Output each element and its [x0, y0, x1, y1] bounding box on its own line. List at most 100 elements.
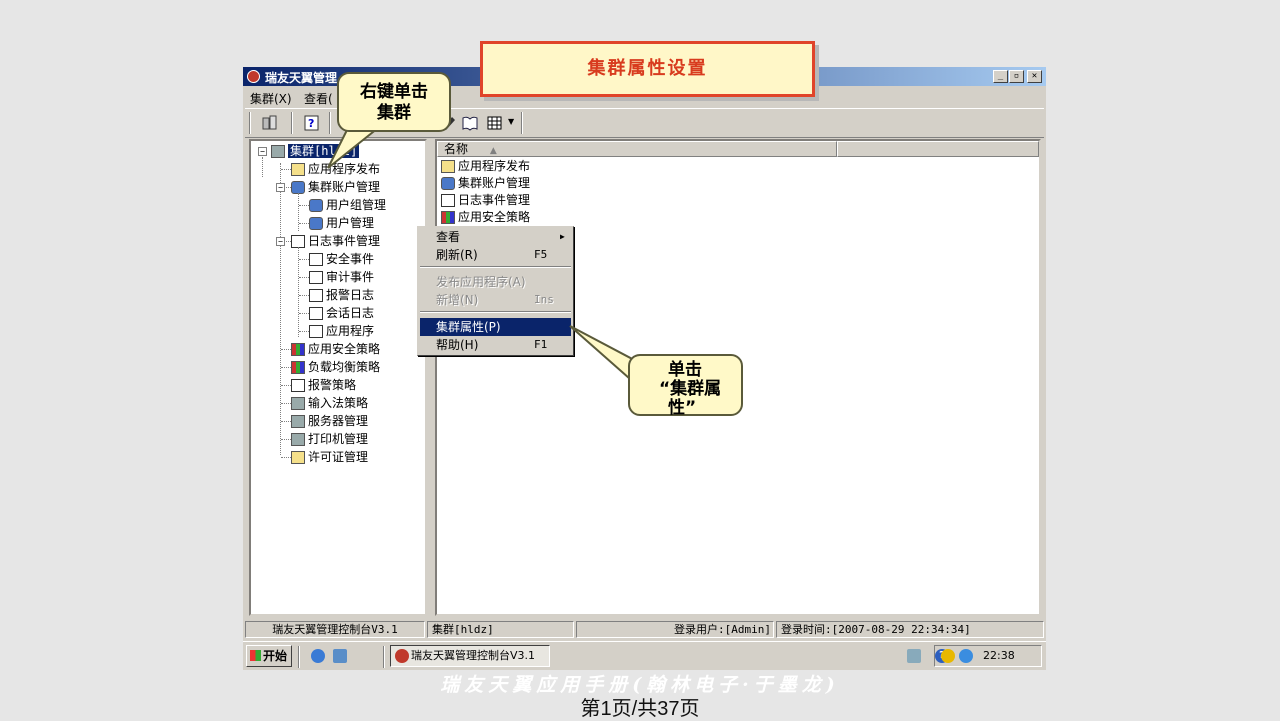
callout-line-3: 性”	[668, 398, 697, 418]
start-button[interactable]: 开始	[246, 645, 292, 667]
printer-icon	[291, 433, 305, 446]
callout-line-2: “集群属	[659, 379, 722, 399]
tree-item-label: 服务器管理	[308, 414, 369, 428]
policy-icon	[441, 211, 455, 224]
tree-item[interactable]: 安全事件	[309, 251, 374, 267]
user-icon	[309, 217, 323, 230]
log-icon	[309, 253, 323, 266]
taskbar-separator	[383, 646, 385, 668]
context-menu-item[interactable]: 帮助(H) F1	[420, 336, 571, 354]
callout-right-click: 右键单击 集群	[337, 72, 451, 132]
svg-text:?: ?	[308, 117, 314, 130]
close-button[interactable]: ✕	[1027, 70, 1042, 83]
log-icon	[309, 325, 323, 338]
system-tray: 22:38	[934, 645, 1042, 667]
context-menu-item[interactable]: 发布应用程序(A)	[420, 273, 571, 291]
tree-item-label: 打印机管理	[308, 432, 369, 446]
cluster-tool-icon[interactable]	[261, 114, 279, 132]
ie-icon[interactable]	[311, 649, 325, 663]
tree-item-label: 负载均衡策略	[308, 360, 381, 374]
tree-pane[interactable]: − 集群[hldz] 应用程序发布 − 集群账户管理 用户组管理 用户管理 − 日志事件管理…	[249, 139, 427, 616]
properties-tool-icon[interactable]: ?	[303, 114, 321, 132]
tree-item[interactable]: 日志事件管理	[291, 233, 380, 249]
tree-item-label: 用户组管理	[326, 198, 387, 212]
tree-item[interactable]: 应用程序	[309, 323, 374, 339]
restore-button[interactable]: ▫	[1009, 70, 1024, 83]
tree-item[interactable]: 用户管理	[309, 215, 374, 231]
tree-item-label: 报警日志	[326, 288, 375, 302]
taskbar-app-button[interactable]: 瑞友天翼管理控制台V3.1	[390, 645, 550, 667]
status-bar: 瑞友天翼管理控制台V3.1 集群[hldz] 登录用户:[Admin] 登录时间…	[243, 620, 1046, 640]
pane-splitter[interactable]	[427, 139, 435, 616]
shield-icon[interactable]	[941, 649, 955, 663]
context-menu-item[interactable]: 查看 ▶	[420, 228, 571, 246]
slide-banner: 集群属性设置	[480, 41, 815, 97]
page-indicator: 第1页/共37页	[580, 698, 700, 720]
help-book-icon[interactable]	[461, 114, 479, 132]
context-menu-item[interactable]: 刷新(R) F5	[420, 246, 571, 264]
tree-item[interactable]: 负载均衡策略	[291, 359, 380, 375]
tree-item-label: 报警策略	[308, 378, 357, 392]
collapse-root-icon[interactable]: −	[258, 147, 267, 156]
view-dropdown-arrow-icon[interactable]: ▼	[508, 117, 514, 126]
tree-item[interactable]: 用户组管理	[309, 197, 386, 213]
app-task-icon	[395, 649, 409, 663]
context-menu: 查看 ▶ 刷新(R) F5 发布应用程序(A) 新增(N) Ins 集群属性(P) 帮助(H) F…	[417, 226, 574, 356]
toolbar-separator	[291, 112, 293, 134]
column-header-name[interactable]: 名称 ▲	[437, 141, 837, 157]
list-item-label: 应用安全策略	[458, 210, 531, 224]
taskbar-app-label: 瑞友天翼管理控制台V3.1	[411, 649, 536, 662]
log-icon	[309, 271, 323, 284]
list-item[interactable]: 应用程序发布	[441, 158, 530, 175]
log-icon	[309, 289, 323, 302]
context-menu-separator	[420, 311, 571, 313]
status-app: 瑞友天翼管理控制台V3.1	[245, 621, 425, 638]
tree-item-label: 许可证管理	[308, 450, 369, 464]
network-icon[interactable]	[907, 649, 921, 663]
context-menu-item[interactable]: 新增(N) Ins	[420, 291, 571, 309]
update-icon[interactable]	[959, 649, 973, 663]
tree-item[interactable]: 应用安全策略	[291, 341, 380, 357]
context-menu-item-label: 查看	[436, 230, 461, 244]
tree-item[interactable]: 许可证管理	[291, 449, 368, 465]
clock: 22:38	[983, 649, 1015, 662]
menu-cluster[interactable]: 集群(X)	[250, 90, 292, 107]
tree-item[interactable]: 报警策略	[291, 377, 356, 393]
tree-item[interactable]: 打印机管理	[291, 431, 368, 447]
context-menu-item-label: 帮助(H)	[436, 338, 479, 352]
callout-click-property: 单击 “集群属 性”	[628, 354, 743, 418]
list-item[interactable]: 日志事件管理	[441, 192, 530, 209]
window-title: 瑞友天翼管理	[265, 71, 338, 85]
tree-item[interactable]: 集群账户管理	[291, 179, 380, 195]
callout-line-1: 单击	[668, 360, 702, 380]
list-item[interactable]: 应用安全策略	[441, 209, 530, 226]
tree-item[interactable]: 输入法策略	[291, 395, 368, 411]
log-icon	[441, 194, 455, 207]
tree-item[interactable]: 会话日志	[309, 305, 374, 321]
tree-item[interactable]: 审计事件	[309, 269, 374, 285]
tree-item-label: 安全事件	[326, 252, 375, 266]
list-item[interactable]: 集群账户管理	[441, 175, 530, 192]
tree-item-label: 应用程序	[326, 324, 375, 338]
taskbar-separator	[298, 646, 300, 668]
log-icon	[309, 307, 323, 320]
view-grid-icon[interactable]	[486, 114, 504, 132]
tree-item[interactable]: 服务器管理	[291, 413, 368, 429]
sort-asc-icon: ▲	[489, 146, 497, 156]
status-user: 登录用户:[Admin]	[576, 621, 774, 638]
context-menu-shortcut: F1	[534, 338, 548, 351]
app-icon	[247, 70, 260, 83]
taskbar: 开始 瑞友天翼管理控制台V3.1 ? 22:38	[243, 641, 1046, 671]
context-menu-item[interactable]: 集群属性(P)	[420, 318, 571, 336]
collapse-node-icon[interactable]: −	[276, 183, 285, 192]
column-header-empty[interactable]	[837, 141, 1039, 157]
context-menu-item-label: 集群属性(P)	[436, 320, 501, 334]
collapse-node-icon[interactable]: −	[276, 237, 285, 246]
cluster-icon	[271, 145, 285, 158]
folder-icon	[291, 163, 305, 176]
tree-item-label: 集群账户管理	[308, 180, 381, 194]
minimize-button[interactable]: _	[993, 70, 1008, 83]
tree-item[interactable]: 报警日志	[309, 287, 374, 303]
toolbar-separator	[521, 112, 523, 134]
desktop-icon[interactable]	[333, 649, 347, 663]
